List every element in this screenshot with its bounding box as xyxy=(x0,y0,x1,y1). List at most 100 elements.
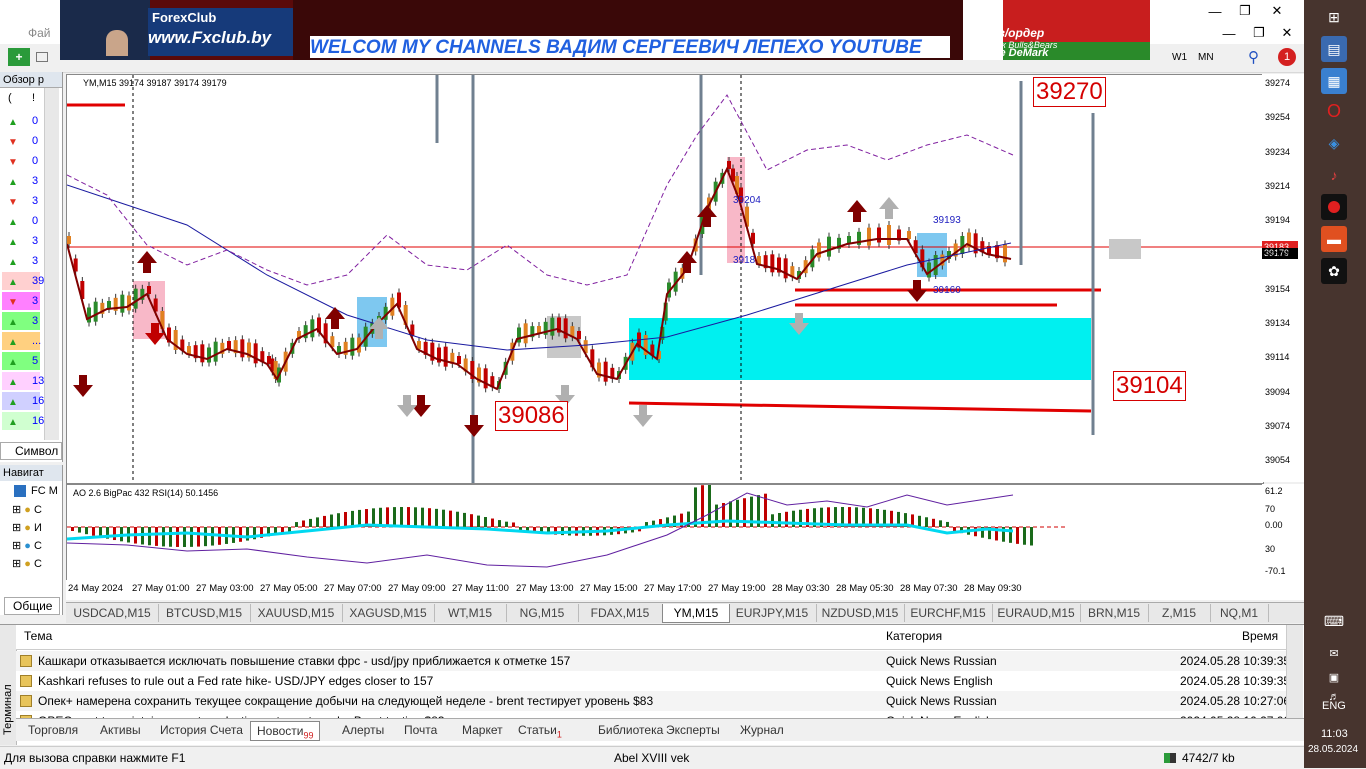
symbol-tab[interactable]: WT,M15 xyxy=(434,604,507,622)
close-window-button[interactable]: ✕ xyxy=(1262,0,1292,22)
news-row[interactable]: Кашкари отказывается исключать повышение… xyxy=(16,651,1290,671)
terminal-tab[interactable]: Торговля xyxy=(28,721,78,739)
opera-icon[interactable]: O xyxy=(1321,98,1347,124)
tab-common[interactable]: Общие xyxy=(4,597,60,615)
market-watch-row[interactable]: ▲ 39 xyxy=(2,272,44,290)
terminal-tab[interactable]: Эксперты xyxy=(666,721,720,739)
symbol-tab[interactable]: Z,M15 xyxy=(1148,604,1211,622)
navigator-item-scripts[interactable]: ⊞ ● C xyxy=(12,557,42,570)
navigator-item-indicators[interactable]: ⊞ ● И xyxy=(12,521,42,534)
col-topic[interactable]: Тема xyxy=(24,629,52,643)
oscillator-window[interactable]: AO 2.6 BigPac 432 RSI(14) 50.1456 xyxy=(66,484,1264,582)
price-axis[interactable]: 39183 39179 39274 39254 39234 39214 39194 391… xyxy=(1262,74,1304,482)
col-time[interactable]: Время xyxy=(1242,629,1278,643)
timeframe-mn[interactable]: MN xyxy=(1198,52,1214,63)
minimize-button[interactable]: — xyxy=(1200,0,1230,22)
symbol-tab[interactable]: YM,M15 xyxy=(662,604,730,623)
app-icon[interactable]: ▬ xyxy=(1321,226,1347,252)
market-watch-value: 3 xyxy=(32,175,39,187)
market-watch-row[interactable]: ▲ 3 xyxy=(2,232,40,250)
terminal-tab[interactable]: История Счета xyxy=(160,721,243,739)
chart-symbol-tabs: USDCAD,M15 BTCUSD,M15 XAUUSD,M15 XAGUSD,M15… xyxy=(66,602,1304,623)
symbol-tab[interactable]: USDCAD,M15 xyxy=(66,604,159,622)
terminal-tab[interactable]: Маркет xyxy=(462,721,503,739)
market-watch-row[interactable]: ▲ 0 xyxy=(2,212,40,230)
child-restore-button[interactable]: ❐ xyxy=(1244,22,1274,44)
navigator-item-accounts[interactable]: ⊞ ● C xyxy=(12,503,42,516)
price-chart[interactable]: YM,M15 39174 39187 39174 39179 39270 391… xyxy=(66,74,1264,484)
navigator-root[interactable]: FC M xyxy=(31,485,58,497)
market-watch-row[interactable]: ▼ 3 xyxy=(2,192,40,210)
notifications-icon[interactable]: ✉ xyxy=(1321,640,1347,666)
symbol-tab[interactable]: NG,M15 xyxy=(506,604,579,622)
market-watch-row[interactable]: ▼ 0 xyxy=(2,132,40,150)
market-watch-row[interactable]: ▲ 5 xyxy=(2,352,40,370)
navigator-item-experts[interactable]: ⊞ ● C xyxy=(12,539,42,552)
new-chart-icon[interactable]: + xyxy=(8,48,30,66)
symbol-tab[interactable]: XAGUSD,M15 xyxy=(342,604,435,622)
col-category[interactable]: Категория xyxy=(886,629,942,643)
tab-symbols[interactable]: Символ xyxy=(0,442,62,460)
news-row[interactable]: Kashkari refuses to rule out a Fed rate … xyxy=(16,671,1290,691)
symbol-tab[interactable]: NQ,M1 xyxy=(1210,604,1269,622)
media-icon[interactable]: ✿ xyxy=(1321,258,1347,284)
market-watch-col-symbol[interactable]: ( xyxy=(8,92,12,104)
market-watch-row[interactable]: ▲ 13 xyxy=(2,372,44,390)
market-watch-row[interactable]: ▲ 3 xyxy=(2,312,40,330)
terminal-tab[interactable]: Алерты xyxy=(342,721,384,739)
news-scrollbar[interactable] xyxy=(1286,625,1303,719)
dropdown-icon[interactable] xyxy=(36,52,48,62)
child-minimize-button[interactable]: — xyxy=(1214,22,1244,44)
terminal-tab[interactable]: Почта xyxy=(404,721,437,739)
menu-file[interactable]: Фай xyxy=(28,26,51,40)
market-watch-row[interactable]: ▲... xyxy=(2,332,41,350)
market-watch-row[interactable]: ▼ 3 xyxy=(2,292,40,310)
child-close-button[interactable]: ✕ xyxy=(1272,22,1302,44)
notification-badge[interactable]: 1 xyxy=(1278,48,1296,66)
symbol-tab[interactable]: FDAX,M15 xyxy=(578,604,663,622)
time-tick-label: 28 May 07:30 xyxy=(900,583,958,594)
terminal-tab[interactable]: Активы xyxy=(100,721,141,739)
advert-banner[interactable]: ForexClub www.Fxclub.by WELCOM MY CHANNE… xyxy=(60,0,1150,60)
symbol-tab[interactable]: EURCHF,M15 xyxy=(904,604,993,622)
terminal-tab[interactable]: Новости99 xyxy=(250,721,321,741)
symbol-tab[interactable]: EURJPY,M15 xyxy=(728,604,817,622)
symbol-tab[interactable]: EURAUD,M15 xyxy=(992,604,1081,622)
symbol-tab[interactable]: NZDUSD,M15 xyxy=(816,604,905,622)
store-icon[interactable]: ▦ xyxy=(1321,68,1347,94)
ao-bar xyxy=(484,517,487,527)
market-watch-row[interactable]: ▲ 3 xyxy=(2,172,40,190)
record-icon[interactable] xyxy=(1321,194,1347,220)
market-watch-row[interactable]: ▲ 3 xyxy=(2,252,40,270)
news-row[interactable]: Опек+ намерена сохранить текущее сокраще… xyxy=(16,691,1290,711)
clock-time[interactable]: 11:03 xyxy=(1321,728,1348,740)
paint-icon[interactable]: ◈ xyxy=(1321,130,1347,156)
market-watch-scrollbar[interactable] xyxy=(44,88,59,440)
file-explorer-icon[interactable]: ▤ xyxy=(1321,36,1347,62)
navigator-title[interactable]: Навигат xyxy=(0,465,62,481)
ao-bar xyxy=(1016,527,1019,544)
symbol-tab[interactable]: XAUUSD,M15 xyxy=(250,604,343,622)
restore-button[interactable]: ❐ xyxy=(1230,0,1260,22)
windows-start-icon[interactable]: ⊞ xyxy=(1321,4,1347,30)
price-tick-label: 39134 xyxy=(1265,318,1291,329)
market-watch-row[interactable]: ▲ 16 xyxy=(2,412,44,430)
market-watch-row[interactable]: ▲ 16 xyxy=(2,392,44,410)
language-indicator[interactable]: ENG xyxy=(1322,700,1346,712)
terminal-tab[interactable]: Статьи1 xyxy=(518,721,562,739)
symbol-tab[interactable]: BRN,M15 xyxy=(1080,604,1149,622)
search-icon[interactable]: ⚲ xyxy=(1248,48,1259,66)
terminal-tab[interactable]: Библиотека xyxy=(598,721,663,739)
clock-date[interactable]: 28.05.2024 xyxy=(1308,744,1358,755)
terminal-tab[interactable]: Журнал xyxy=(740,721,784,739)
oscillator-tick-label: 30 xyxy=(1265,544,1276,554)
market-watch-col-change[interactable]: ! xyxy=(32,92,35,104)
symbol-tab[interactable]: BTCUSD,M15 xyxy=(158,604,251,622)
keyboard-icon[interactable]: ⌨ xyxy=(1321,608,1347,634)
market-watch-row[interactable]: ▼ 0 xyxy=(2,152,40,170)
market-watch-title[interactable]: Обзор р xyxy=(0,72,62,88)
market-watch-row[interactable]: ▲ 0 xyxy=(2,112,40,130)
timeframe-w1[interactable]: W1 xyxy=(1172,52,1187,63)
time-tick-label: 28 May 03:30 xyxy=(772,583,830,594)
speaker-icon[interactable]: ♪ xyxy=(1321,162,1347,188)
